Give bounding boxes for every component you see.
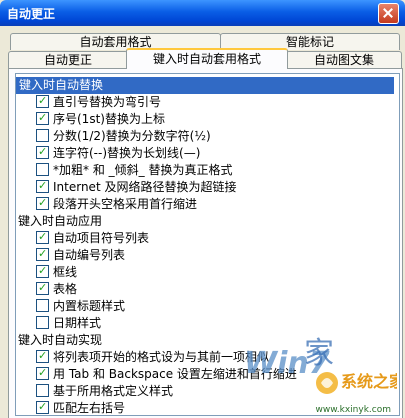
option-smart-quotes[interactable]: 直引号替换为弯引号	[36, 92, 161, 111]
checkbox[interactable]	[36, 316, 49, 329]
option-hyperlinks[interactable]: Internet 及网络路径替换为超链接	[36, 177, 236, 196]
option-list-item-format[interactable]: 将列表项开始的格式设为与其前一项相似	[36, 347, 269, 366]
checkbox[interactable]	[36, 177, 49, 194]
option-numbered-lists[interactable]: 自动编号列表	[36, 245, 125, 264]
option-heading-styles[interactable]: 内置标题样式	[36, 298, 125, 315]
checkbox[interactable]	[36, 143, 49, 160]
checkbox[interactable]	[36, 92, 49, 109]
checkbox[interactable]	[36, 129, 49, 142]
checkbox[interactable]	[36, 299, 49, 312]
group-automatically-as-you-type: 键入时自动实现	[18, 333, 103, 347]
checkbox[interactable]	[36, 347, 49, 364]
close-icon[interactable]	[378, 3, 399, 24]
option-ordinals-superscript[interactable]: 序号(1st)替换为上标	[36, 109, 165, 128]
checkbox[interactable]	[36, 384, 49, 397]
watermark-logo-text: 系统之家	[341, 372, 397, 391]
checkbox[interactable]	[36, 279, 49, 296]
option-tables[interactable]: 表格	[36, 279, 77, 298]
watermark-url: www.kxinyk.com	[315, 405, 391, 415]
option-bulleted-lists[interactable]: 自动项目符号列表	[36, 228, 149, 247]
checkbox[interactable]	[36, 398, 49, 415]
option-fractions[interactable]: 分数(1/2)替换为分数字符(½)	[36, 128, 211, 145]
option-hyphens-dash[interactable]: 连字符(--)替换为长划线(—)	[36, 143, 200, 162]
tab-autotext[interactable]: 自动图文集	[286, 51, 402, 68]
tab-autoformat-as-you-type[interactable]: 键入时自动套用格式	[126, 48, 288, 69]
checkbox[interactable]	[36, 364, 49, 381]
option-define-styles[interactable]: 基于所用格式定义样式	[36, 383, 173, 400]
option-first-line-indent[interactable]: 段落开头空格采用首行缩进	[36, 194, 197, 213]
group-replace-as-you-type: 键入时自动替换	[16, 77, 394, 94]
watermark-logo-icon: 系统之家	[316, 372, 397, 394]
checkbox[interactable]	[36, 163, 49, 176]
tab-autocorrect[interactable]: 自动更正	[8, 51, 128, 68]
checkbox[interactable]	[36, 262, 49, 279]
checkbox[interactable]	[36, 194, 49, 211]
option-date-styles[interactable]: 日期样式	[36, 315, 101, 332]
option-bold-italic[interactable]: *加粗* 和 _倾斜_ 替换为真正格式	[36, 162, 232, 179]
option-match-parentheses[interactable]: 匹配左右括号	[36, 398, 125, 415]
checkbox[interactable]	[36, 228, 49, 245]
checkbox[interactable]	[36, 245, 49, 262]
group-apply-as-you-type: 键入时自动应用	[18, 214, 103, 228]
title-bar: 自动更正	[0, 0, 405, 26]
window-title: 自动更正	[7, 7, 56, 21]
checkbox[interactable]	[36, 109, 49, 126]
